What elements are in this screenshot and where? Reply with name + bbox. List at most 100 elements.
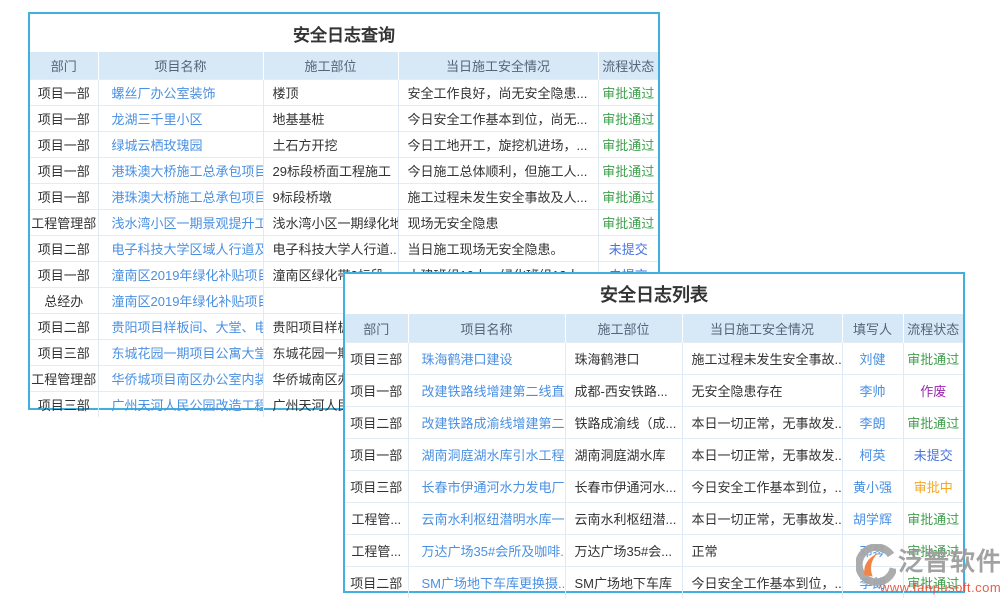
cell-project: 广州天河人民公园改造工程 xyxy=(98,392,263,418)
cell-location: 29标段桥面工程施工 xyxy=(263,158,398,184)
cell-project: 贵阳项目样板间、大堂、电梯... xyxy=(98,314,263,340)
cell-project: 螺丝厂办公室装饰 xyxy=(98,80,263,106)
writer-link[interactable]: 邓琴 xyxy=(859,544,885,559)
table-row: 工程管...万达广场35#会所及咖啡...万达广场35#会...正常邓琴审批通过 xyxy=(345,535,963,567)
table-row: 项目一部湖南洞庭湖水库引水工程...湖南洞庭湖水库本日一切正常，无事故发... 柯… xyxy=(345,439,963,471)
table-row: 工程管理部浅水湾小区一期景观提升工程浅水湾小区一期绿化地现场无安全隐患审批通过 xyxy=(30,210,658,236)
cell-dept: 项目二部 xyxy=(345,407,408,439)
project-link[interactable]: 电子科技大学区域人行道及非... xyxy=(112,242,264,257)
project-link[interactable]: 潼南区2019年绿化补贴项目-土 xyxy=(112,294,264,309)
cell-safety: 今日工地开工，旋挖机进场，... xyxy=(398,132,598,158)
cell-status: 未提交 xyxy=(598,236,658,262)
cell-status: 审批通过 xyxy=(903,567,963,599)
cell-writer: 刘健 xyxy=(842,343,903,375)
cell-project: 改建铁路线增建第二线直... xyxy=(408,375,565,407)
cell-dept: 项目三部 xyxy=(345,471,408,503)
cell-location: 土石方开挖 xyxy=(263,132,398,158)
table-header-row: 部门项目名称施工部位当日施工安全情况流程状态 xyxy=(30,52,658,80)
project-link[interactable]: 绿城云栖玫瑰园 xyxy=(112,138,203,153)
project-link[interactable]: 贵阳项目样板间、大堂、电梯... xyxy=(112,320,264,335)
cell-location: 浅水湾小区一期绿化地 xyxy=(263,210,398,236)
project-link[interactable]: 港珠澳大桥施工总承包项目 xyxy=(112,190,264,205)
cell-dept: 项目二部 xyxy=(345,567,408,599)
writer-link[interactable]: 李朗 xyxy=(859,576,885,591)
cell-writer: 李朗 xyxy=(842,407,903,439)
cell-safety: 本日一切正常，无事故发... xyxy=(682,407,842,439)
table-row: 项目一部港珠澳大桥施工总承包项目29标段桥面工程施工今日施工总体顺利，但施工人.… xyxy=(30,158,658,184)
column-header-safety: 当日施工安全情况 xyxy=(682,314,842,343)
table-row: 项目一部螺丝厂办公室装饰楼顶安全工作良好，尚无安全隐患...审批通过 xyxy=(30,80,658,106)
column-header-location: 施工部位 xyxy=(263,52,398,80)
cell-location: 长春市伊通河水... xyxy=(565,471,682,503)
writer-link[interactable]: 李朗 xyxy=(859,416,885,431)
cell-location: 湖南洞庭湖水库 xyxy=(565,439,682,471)
project-link[interactable]: 龙湖三千里小区 xyxy=(112,112,203,127)
cell-safety: 施工过程未发生安全事故及人... xyxy=(398,184,598,210)
table-header-row: 部门项目名称施工部位当日施工安全情况填写人流程状态 xyxy=(345,314,963,343)
project-link[interactable]: 广州天河人民公园改造工程 xyxy=(112,398,264,413)
project-link[interactable]: 东城花园一期项目公寓大堂 装... xyxy=(112,346,264,361)
table-row: 项目二部 SM广场地下车库更换摄...SM广场地下车库今日安全工作基本到位，...… xyxy=(345,567,963,599)
cell-project: 潼南区2019年绿化补贴项目-土 xyxy=(98,288,263,314)
cell-dept: 项目一部 xyxy=(345,439,408,471)
cell-safety: 今日安全工作基本到位，... xyxy=(682,567,842,599)
cell-dept: 工程管理部 xyxy=(30,210,98,236)
cell-dept: 项目一部 xyxy=(30,184,98,210)
cell-location: SM广场地下车库 xyxy=(565,567,682,599)
column-header-project: 项目名称 xyxy=(98,52,263,80)
table-row: 项目一部改建铁路线增建第二线直...成都-西安铁路...无安全隐患存在李帅作废 xyxy=(345,375,963,407)
cell-dept: 项目一部 xyxy=(30,106,98,132)
project-link[interactable]: 万达广场35#会所及咖啡... xyxy=(422,544,566,559)
cell-dept: 项目一部 xyxy=(30,158,98,184)
project-link[interactable]: 长春市伊通河水力发电厂... xyxy=(422,480,566,495)
project-link[interactable]: 改建铁路线增建第二线直... xyxy=(422,384,566,399)
project-link[interactable]: 云南水利枢纽潜明水库一... xyxy=(422,512,566,527)
cell-dept: 项目三部 xyxy=(30,340,98,366)
project-link[interactable]: 湖南洞庭湖水库引水工程... xyxy=(422,448,566,463)
cell-project: 潼南区2019年绿化补贴项目-土 xyxy=(98,262,263,288)
safety-log-list-table: 部门项目名称施工部位当日施工安全情况填写人流程状态项目三部珠海鹤港口建设珠海鹤港… xyxy=(345,314,963,598)
project-link[interactable]: 港珠澳大桥施工总承包项目 xyxy=(112,164,264,179)
cell-safety: 本日一切正常，无事故发... xyxy=(682,439,842,471)
column-header-dept: 部门 xyxy=(345,314,408,343)
project-link[interactable]: 浅水湾小区一期景观提升工程 xyxy=(112,216,264,231)
cell-status: 审批通过 xyxy=(598,210,658,236)
cell-project: 万达广场35#会所及咖啡... xyxy=(408,535,565,567)
project-link[interactable]: 潼南区2019年绿化补贴项目-土 xyxy=(112,268,264,283)
cell-safety: 当日施工现场无安全隐患。 xyxy=(398,236,598,262)
cell-safety: 安全工作良好，尚无安全隐患... xyxy=(398,80,598,106)
project-link[interactable]: SM广场地下车库更换摄... xyxy=(422,576,566,591)
project-link[interactable]: 珠海鹤港口建设 xyxy=(422,352,513,367)
cell-dept: 总经办 xyxy=(30,288,98,314)
cell-dept: 工程管... xyxy=(345,503,408,535)
writer-link[interactable]: 胡学辉 xyxy=(853,512,892,527)
cell-status: 审批通过 xyxy=(598,184,658,210)
cell-project: 湖南洞庭湖水库引水工程... xyxy=(408,439,565,471)
cell-location: 楼顶 xyxy=(263,80,398,106)
column-header-status: 流程状态 xyxy=(598,52,658,80)
cell-writer: 黄小强 xyxy=(842,471,903,503)
cell-dept: 项目一部 xyxy=(30,132,98,158)
cell-safety: 今日安全工作基本到位，... xyxy=(682,471,842,503)
cell-safety: 现场无安全隐患 xyxy=(398,210,598,236)
writer-link[interactable]: 柯英 xyxy=(859,448,885,463)
cell-status: 审批通过 xyxy=(598,80,658,106)
cell-project: 东城花园一期项目公寓大堂 装... xyxy=(98,340,263,366)
cell-status: 作废 xyxy=(903,375,963,407)
cell-project: 长春市伊通河水力发电厂... xyxy=(408,471,565,503)
table-row: 项目一部龙湖三千里小区地基基桩今日安全工作基本到位，尚无...审批通过 xyxy=(30,106,658,132)
cell-status: 审批通过 xyxy=(903,407,963,439)
cell-project: 云南水利枢纽潜明水库一... xyxy=(408,503,565,535)
cell-project: 华侨城项目南区办公室内装修... xyxy=(98,366,263,392)
project-link[interactable]: 华侨城项目南区办公室内装修... xyxy=(112,372,264,387)
writer-link[interactable]: 刘健 xyxy=(859,352,885,367)
cell-project: 改建铁路成渝线增建第二... xyxy=(408,407,565,439)
cell-location: 电子科技大学人行道... xyxy=(263,236,398,262)
project-link[interactable]: 螺丝厂办公室装饰 xyxy=(112,86,216,101)
project-link[interactable]: 改建铁路成渝线增建第二... xyxy=(422,416,566,431)
writer-link[interactable]: 李帅 xyxy=(859,384,885,399)
table-row: 项目二部电子科技大学区域人行道及非...电子科技大学人行道...当日施工现场无安… xyxy=(30,236,658,262)
cell-dept: 项目一部 xyxy=(30,262,98,288)
cell-project: 珠海鹤港口建设 xyxy=(408,343,565,375)
writer-link[interactable]: 黄小强 xyxy=(853,480,892,495)
